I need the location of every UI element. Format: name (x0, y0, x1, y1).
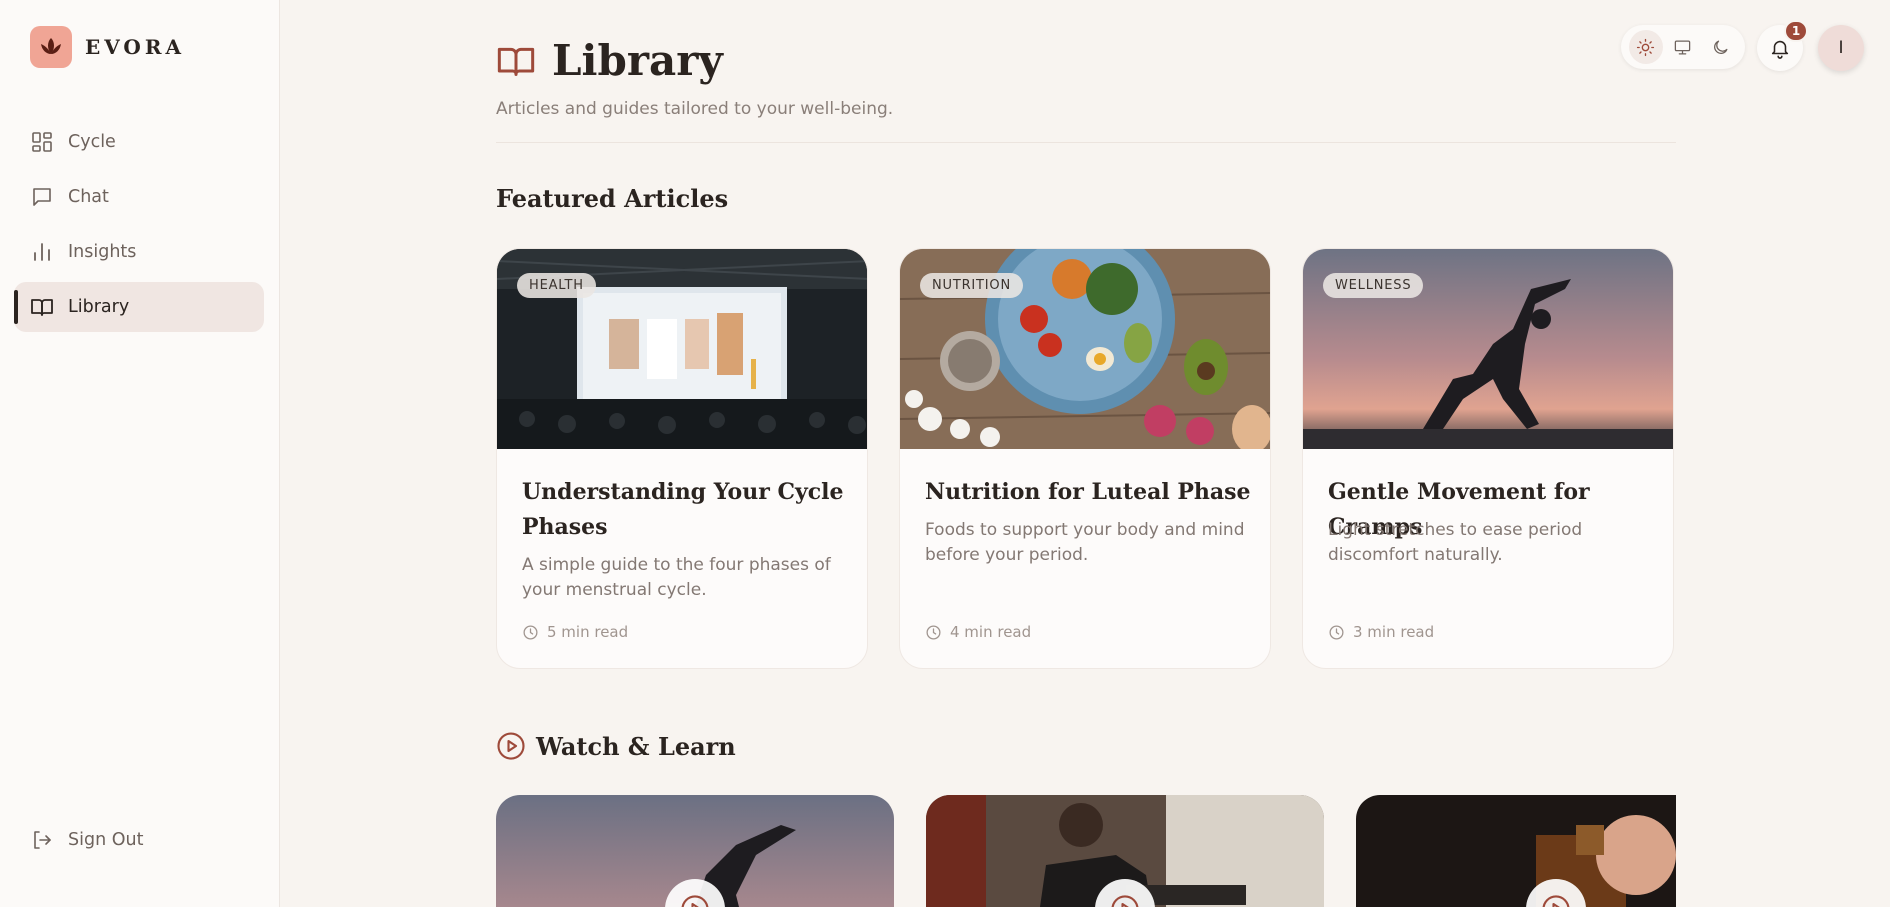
article-image-yoga: WELLNESS (1303, 249, 1673, 449)
play-icon (1542, 895, 1570, 907)
sun-icon (1637, 38, 1655, 56)
bell-icon (1771, 40, 1789, 59)
sidebar-item-label: Library (68, 297, 130, 317)
chat-icon (33, 188, 51, 206)
brand[interactable]: EVORA (30, 26, 185, 68)
featured-articles-heading: Featured Articles (496, 184, 729, 213)
video-thumbnail-oil (1356, 795, 1676, 907)
read-time-label: 4 min read (950, 623, 1032, 641)
play-icon (681, 895, 709, 907)
sidebar-item-chat[interactable]: Chat (14, 172, 264, 222)
sidebar-item-label: Chat (68, 187, 109, 207)
clock-icon (926, 624, 941, 640)
article-title: Nutrition for Luteal Phase (925, 479, 1251, 505)
book-icon (497, 47, 535, 76)
sidebar-item-library[interactable]: Library (14, 282, 264, 332)
page-subtitle: Articles and guides tailored to your wel… (496, 99, 894, 119)
read-time: 5 min read (522, 623, 628, 641)
theme-dark-button[interactable] (1703, 30, 1737, 64)
article-description: Light stretches to ease period discomfor… (1328, 520, 1583, 565)
sidebar: EVORA Cycle Chat Insights Library Sign O… (0, 0, 280, 907)
article-card-health[interactable]: HEALTH Understanding Your Cycle Phases A… (496, 248, 868, 669)
video-card[interactable] (1356, 795, 1676, 907)
brand-name: EVORA (85, 35, 185, 59)
bar-chart-icon (34, 243, 50, 261)
avatar[interactable]: I (1818, 25, 1864, 71)
category-tag: HEALTH (517, 273, 596, 298)
article-image-food: NUTRITION (900, 249, 1270, 449)
sidebar-item-label: Cycle (68, 132, 116, 152)
sidebar-item-label: Insights (68, 242, 137, 262)
page-title: Library (552, 36, 723, 85)
theme-switcher (1621, 25, 1745, 69)
video-card[interactable] (496, 795, 894, 907)
read-time-label: 5 min read (547, 623, 629, 641)
notification-badge: 1 (1784, 20, 1808, 42)
sidebar-item-cycle[interactable]: Cycle (14, 117, 264, 167)
video-card[interactable] (926, 795, 1324, 907)
article-card-wellness[interactable]: WELLNESS Gentle Movement for Cramps Ligh… (1302, 248, 1674, 669)
watch-and-learn-heading: Watch & Learn (496, 731, 736, 761)
read-time: 4 min read (925, 623, 1031, 641)
article-title: Understanding Your Cycle Phases (522, 479, 844, 540)
theme-light-button[interactable] (1628, 30, 1663, 64)
book-icon (31, 299, 53, 316)
clock-icon (523, 624, 538, 640)
moon-icon (1713, 40, 1728, 54)
theme-system-button[interactable] (1666, 30, 1700, 64)
article-description: A simple guide to the four phases of you… (522, 555, 831, 600)
category-tag: WELLNESS (1323, 273, 1424, 298)
sidebar-nav: Cycle Chat Insights Library (14, 117, 264, 337)
sign-out-label: Sign Out (68, 830, 144, 850)
play-circle-icon (497, 732, 525, 760)
article-image-presentation: HEALTH (497, 249, 867, 449)
article-card-nutrition[interactable]: NUTRITION Nutrition for Luteal Phase Foo… (899, 248, 1271, 669)
read-time: 3 min read (1328, 623, 1434, 641)
category-tag: NUTRITION (920, 273, 1023, 298)
logout-icon (34, 831, 51, 849)
read-time-label: 3 min read (1353, 623, 1435, 641)
sidebar-item-insights[interactable]: Insights (14, 227, 264, 277)
sign-out-button[interactable]: Sign Out (30, 828, 143, 852)
watch-and-learn-title: Watch & Learn (536, 731, 736, 761)
grid-icon (32, 132, 52, 152)
page-header: Library (496, 36, 723, 85)
lotus-logo-icon (30, 26, 72, 68)
play-icon (1111, 895, 1139, 907)
clock-icon (1329, 624, 1344, 640)
article-description: Foods to support your body and mind befo… (925, 520, 1245, 565)
divider (496, 142, 1676, 143)
monitor-icon (1675, 40, 1691, 54)
